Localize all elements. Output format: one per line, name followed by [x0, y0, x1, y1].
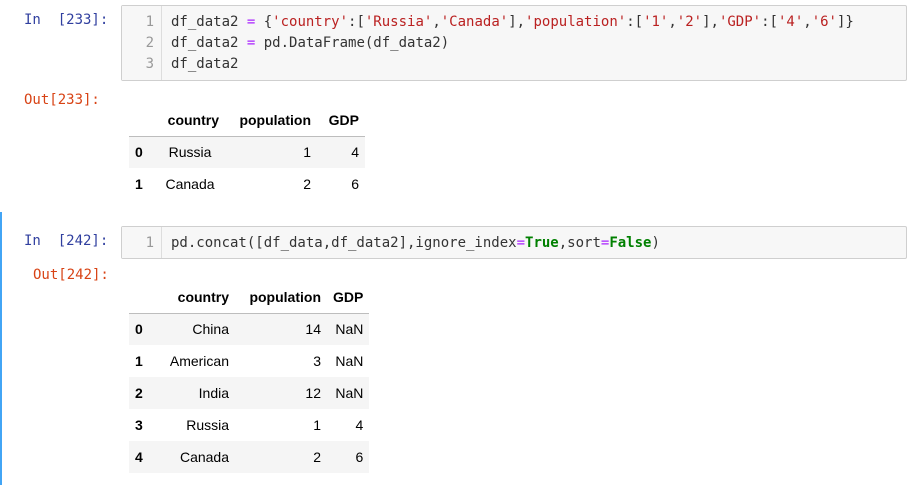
dataframe-output-table: country population GDP 0 Russia 1 4 1 Ca…	[129, 104, 365, 200]
table-cell: 1	[303, 144, 311, 161]
code-token: :[	[761, 14, 778, 30]
string-token: 'Russia'	[364, 14, 433, 30]
table-row: 1 American 3 NaN	[129, 345, 369, 377]
code-token: :[	[626, 14, 644, 30]
code-token: ]}	[837, 14, 854, 30]
table-cell: 2	[303, 176, 311, 192]
column-header: population	[235, 281, 327, 314]
row-index: 0	[135, 321, 143, 338]
table-row: 3 Russia 1 4	[129, 409, 369, 441]
column-header: GDP	[317, 104, 365, 137]
code-line[interactable]: df_data2 = {'country':['Russia','Canada'…	[171, 12, 854, 32]
table-cell: NaN	[335, 385, 364, 401]
string-token: '2'	[676, 14, 703, 30]
line-number: 3	[145, 56, 154, 72]
table-cell: 4	[351, 144, 359, 161]
dataframe-output-table: country population GDP 0 China 14 NaN 1 …	[129, 281, 370, 473]
string-token: '6'	[811, 14, 837, 30]
column-header: country	[155, 281, 235, 314]
table-cell: Canada	[179, 449, 229, 465]
table-row: 2 India 12 NaN	[129, 377, 370, 409]
index-header	[129, 104, 155, 137]
output-prompt: Out[233]:	[24, 92, 100, 108]
table-cell: Russia	[186, 417, 229, 433]
output-prompt: Out[242]:	[33, 267, 109, 283]
string-token: 'GDP'	[718, 14, 762, 30]
string-token: 'Canada'	[440, 14, 509, 30]
row-index: 1	[135, 353, 143, 369]
code-editor[interactable]: 1 pd.concat([df_data,df_data2],ignore_in…	[121, 226, 907, 259]
line-number: 1	[145, 14, 154, 30]
line-number: 2	[145, 35, 154, 51]
code-token: ],	[702, 14, 719, 30]
table-cell: 6	[351, 176, 359, 192]
table-cell: Canada	[165, 176, 215, 192]
code-token: pd.DataFrame(df_data2)	[255, 35, 450, 51]
table-cell: 3	[313, 353, 321, 369]
code-token: ,	[803, 14, 812, 30]
string-token: 'country'	[272, 14, 349, 30]
input-prompt: In [233]:	[24, 12, 109, 28]
code-token: ,	[668, 14, 677, 30]
table-cell: 1	[313, 417, 321, 433]
table-cell: NaN	[335, 321, 364, 338]
table-cell: 4	[355, 417, 364, 433]
keyword-token: False	[609, 235, 652, 251]
column-header: country	[155, 104, 225, 137]
table-cell: American	[169, 353, 229, 369]
table-cell: India	[198, 385, 229, 401]
code-token: df_data2	[171, 56, 239, 72]
code-token: ],	[508, 14, 526, 30]
string-token: 'population'	[525, 14, 627, 30]
table-cell: China	[192, 321, 229, 338]
table-cell: Russia	[168, 144, 212, 161]
code-token: {	[255, 14, 273, 30]
line-number: 1	[145, 235, 154, 251]
code-line[interactable]: df_data2	[171, 54, 238, 74]
code-token: )	[651, 235, 660, 251]
table-row: 1 Canada 2 6	[129, 168, 365, 200]
table-cell: 2	[313, 449, 321, 465]
code-line[interactable]: df_data2 = pd.DataFrame(df_data2)	[171, 33, 449, 53]
row-index: 2	[135, 385, 143, 401]
string-token: '1'	[643, 14, 669, 30]
table-header-row: country population GDP	[129, 281, 370, 314]
code-token: df_data2	[171, 14, 247, 30]
table-row: 0 Russia 1 4	[129, 136, 365, 168]
table-cell: 6	[355, 449, 364, 465]
code-token: df_data2	[171, 35, 247, 51]
table-cell: 14	[305, 321, 321, 338]
column-header: GDP	[327, 281, 370, 314]
table-header-row: country population GDP	[129, 104, 365, 137]
index-header	[129, 281, 155, 314]
code-token: ,sort	[558, 235, 601, 251]
code-token: :[	[348, 14, 365, 30]
string-token: '4'	[777, 14, 804, 30]
operator-token: =	[516, 235, 526, 251]
code-token: ,	[432, 14, 441, 30]
keyword-token: True	[525, 235, 559, 251]
notebook-cell-233[interactable]: In [233]: 1 2 3 df_data2 = {'country':['…	[0, 0, 909, 208]
column-header: population	[225, 104, 317, 137]
code-token: pd.concat([df_data,df_data2],ignore_inde…	[171, 235, 517, 251]
code-editor[interactable]: 1 2 3 df_data2 = {'country':['Russia','C…	[121, 5, 907, 81]
row-index: 1	[135, 176, 143, 192]
table-cell: 12	[305, 385, 321, 401]
table-row: 0 China 14 NaN	[129, 313, 370, 345]
input-prompt: In [242]:	[24, 233, 109, 249]
row-index: 4	[135, 449, 143, 465]
table-row: 4 Canada 2 6	[129, 441, 370, 473]
table-cell: NaN	[335, 353, 364, 369]
code-line[interactable]: pd.concat([df_data,df_data2],ignore_inde…	[171, 233, 660, 253]
row-index: 3	[135, 417, 143, 433]
row-index: 0	[135, 144, 143, 161]
